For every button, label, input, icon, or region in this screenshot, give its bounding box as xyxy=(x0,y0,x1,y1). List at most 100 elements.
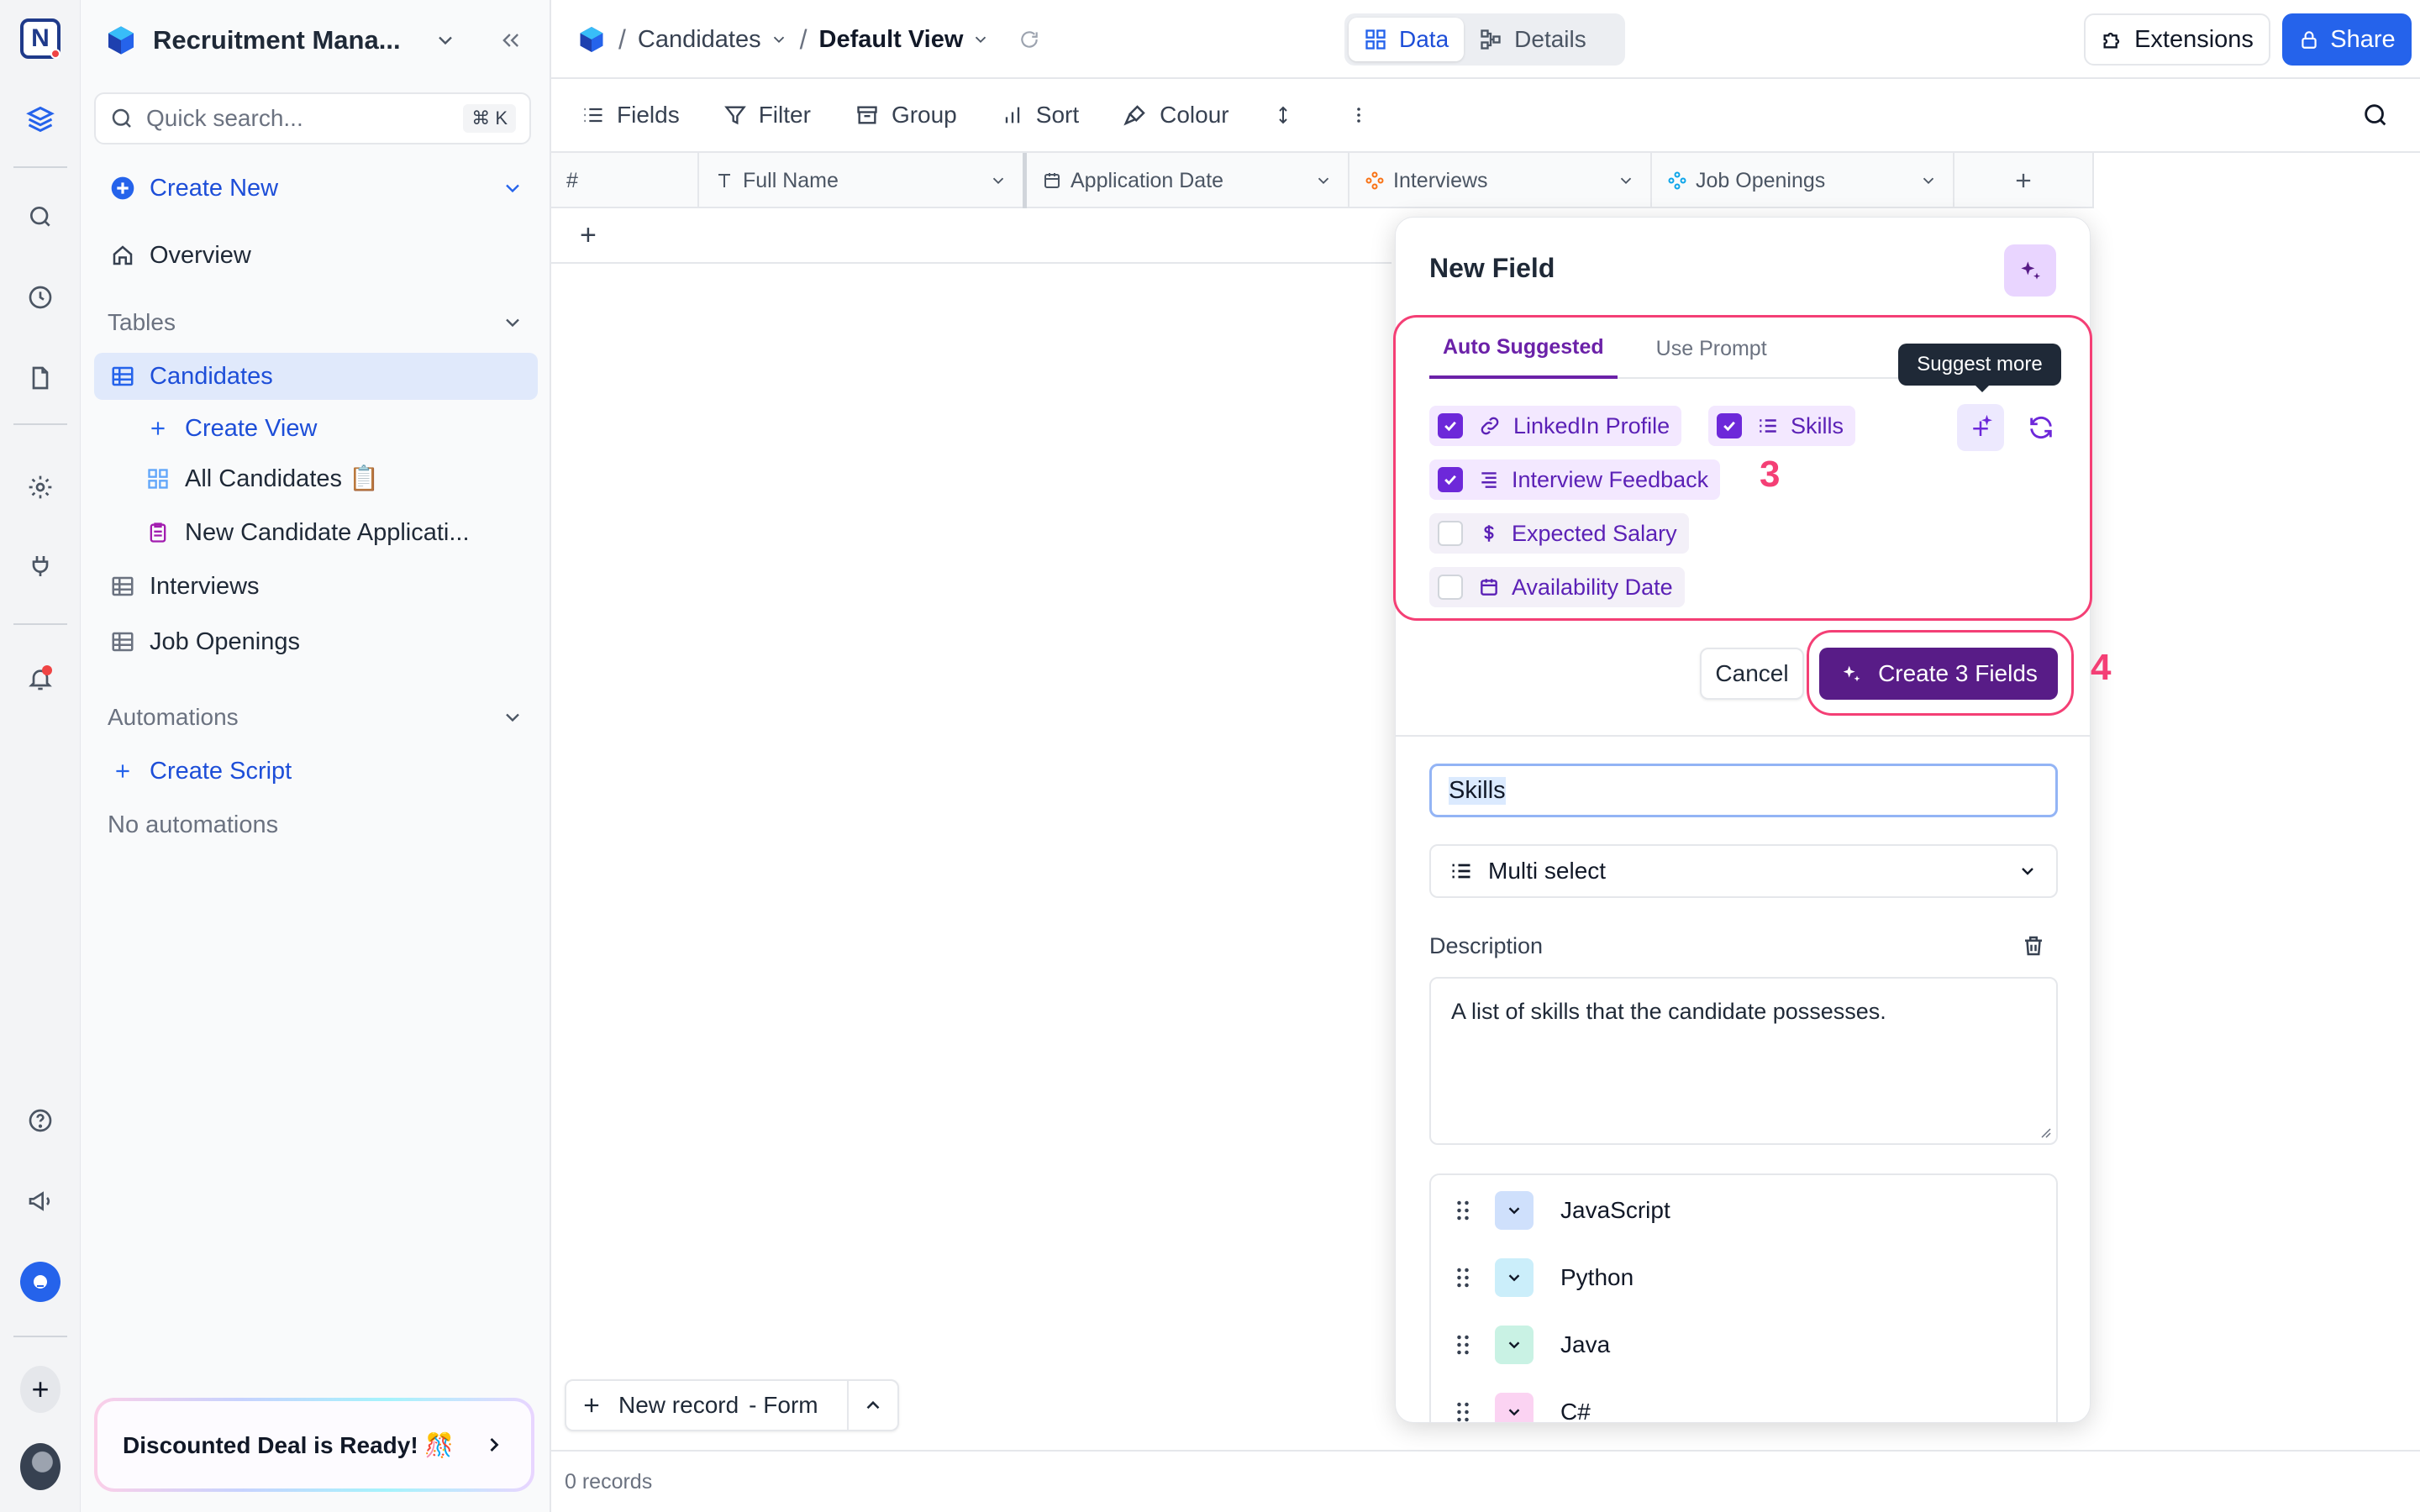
quick-search-input[interactable]: Quick search... ⌘ K xyxy=(94,92,531,144)
new-record-button[interactable]: New record - Form xyxy=(566,1381,849,1430)
project-title: Recruitment Mana... xyxy=(153,25,401,55)
chevron-down-icon[interactable] xyxy=(971,30,990,49)
add-column-button[interactable] xyxy=(1954,153,2094,208)
cancel-button[interactable]: Cancel xyxy=(1700,648,1804,700)
drag-handle-icon[interactable] xyxy=(1438,1199,1488,1222)
create-view-button[interactable]: Create View xyxy=(94,405,538,452)
new-record-label: New record xyxy=(618,1392,739,1418)
option-label[interactable]: C# xyxy=(1560,1399,1591,1422)
project-cube-icon[interactable] xyxy=(576,24,607,55)
option-color-swatch[interactable] xyxy=(1495,1326,1534,1364)
sort-button[interactable]: Sort xyxy=(1001,102,1079,129)
option-label[interactable]: JavaScript xyxy=(1560,1197,1670,1224)
select-option[interactable]: Python xyxy=(1431,1244,2060,1311)
fields-button[interactable]: Fields xyxy=(581,102,680,129)
project-switcher[interactable]: Recruitment Mana... xyxy=(104,18,528,62)
chevron-down-icon xyxy=(1508,1409,1520,1416)
automations-section-header[interactable]: Automations xyxy=(94,694,538,741)
collapse-sidebar-icon[interactable] xyxy=(499,29,523,52)
sort-label: Sort xyxy=(1035,102,1080,128)
extensions-label: Extensions xyxy=(2134,25,2254,53)
chevron-down-icon[interactable] xyxy=(501,311,524,334)
calendar-icon xyxy=(1044,173,1060,188)
megaphone-icon[interactable] xyxy=(20,1181,60,1221)
grid-header: # Full Name Application Date Interviews … xyxy=(551,153,2094,208)
chevron-down-icon[interactable] xyxy=(1919,171,1938,190)
option-color-swatch[interactable] xyxy=(1495,1191,1534,1230)
add-row-button[interactable]: + xyxy=(551,208,1392,264)
document-icon[interactable] xyxy=(20,358,60,398)
select-option[interactable]: C# xyxy=(1431,1378,2060,1422)
chevron-down-icon[interactable] xyxy=(501,706,524,729)
option-label[interactable]: Python xyxy=(1560,1264,1634,1291)
chevron-down-icon[interactable] xyxy=(1617,171,1635,190)
chevron-down-icon[interactable] xyxy=(770,30,788,49)
reload-icon[interactable] xyxy=(1018,29,1040,50)
chevron-down-icon[interactable] xyxy=(1314,171,1333,190)
drag-handle-icon[interactable] xyxy=(1438,1266,1488,1289)
drag-handle-icon[interactable] xyxy=(1438,1400,1488,1422)
avatar[interactable] xyxy=(20,1443,60,1490)
more-options-button[interactable] xyxy=(1349,102,1381,128)
sidebar-item-view-new-application[interactable]: New Candidate Applicati... xyxy=(94,509,538,556)
column-header-interviews[interactable]: Interviews xyxy=(1349,153,1652,208)
search-placeholder: Quick search... xyxy=(146,105,303,131)
select-option[interactable]: Java xyxy=(1431,1311,2060,1378)
create-new-button[interactable]: Create New xyxy=(94,165,538,212)
bell-icon[interactable] xyxy=(20,659,60,699)
field-name-input[interactable]: Skills xyxy=(1429,764,2058,817)
app-logo-icon[interactable]: N xyxy=(20,18,60,59)
chevron-down-icon[interactable] xyxy=(501,176,524,200)
breadcrumb-table[interactable]: Candidates xyxy=(638,26,761,54)
option-color-swatch[interactable] xyxy=(1495,1393,1534,1422)
sidebar-item-overview[interactable]: Overview xyxy=(94,232,538,279)
plug-icon[interactable] xyxy=(20,546,60,586)
chevron-down-icon[interactable] xyxy=(989,171,1007,190)
breadcrumb-view[interactable]: Default View xyxy=(819,26,964,54)
create-script-button[interactable]: Create Script xyxy=(94,748,538,795)
sidebar-item-view-all-candidates[interactable]: All Candidates 📋 xyxy=(94,455,538,502)
option-color-swatch[interactable] xyxy=(1495,1258,1534,1297)
chat-icon[interactable] xyxy=(20,1262,60,1302)
column-header-application-date[interactable]: Application Date xyxy=(1027,153,1349,208)
share-button[interactable]: Share xyxy=(2282,13,2412,66)
new-record-mode-toggle[interactable] xyxy=(849,1394,897,1416)
tables-section-header[interactable]: Tables xyxy=(94,299,538,346)
group-icon xyxy=(857,106,877,124)
column-header-job-openings[interactable]: Job Openings xyxy=(1652,153,1954,208)
plus-icon xyxy=(2016,173,2031,188)
sidebar-item-candidates[interactable]: Candidates xyxy=(94,353,538,400)
search-icon[interactable] xyxy=(2361,101,2390,129)
filter-button[interactable]: Filter xyxy=(723,102,811,129)
option-label[interactable]: Java xyxy=(1560,1331,1610,1358)
rail-divider xyxy=(13,166,67,168)
search-icon[interactable] xyxy=(20,197,60,237)
field-type-select[interactable]: Multi select xyxy=(1429,844,2058,898)
sidebar-item-job-openings[interactable]: Job Openings xyxy=(94,618,538,665)
help-icon[interactable] xyxy=(20,1100,60,1141)
discount-deal-banner[interactable]: Discounted Deal is Ready! 🎊 xyxy=(94,1398,534,1492)
tab-data[interactable]: Data xyxy=(1349,18,1465,61)
settings-icon[interactable] xyxy=(20,467,60,507)
tab-details[interactable]: Details xyxy=(1464,18,1602,61)
grid-icon xyxy=(1365,29,1386,50)
trash-icon[interactable] xyxy=(2021,933,2046,958)
extensions-button[interactable]: Extensions xyxy=(2084,13,2270,66)
select-option[interactable]: JavaScript xyxy=(1431,1177,2060,1244)
plus-icon[interactable]: + xyxy=(20,1366,60,1413)
history-icon[interactable] xyxy=(20,277,60,318)
breadcrumb: / Candidates / Default View xyxy=(576,20,1040,59)
column-header-full-name[interactable]: Full Name xyxy=(699,153,1027,208)
database-icon[interactable] xyxy=(20,99,60,139)
chevron-down-icon[interactable] xyxy=(434,29,457,52)
resize-grip-icon[interactable] xyxy=(2038,1125,2051,1138)
group-button[interactable]: Group xyxy=(855,102,957,129)
row-height-button[interactable] xyxy=(1273,102,1305,128)
row-height-icon xyxy=(1278,106,1287,124)
column-application-date-label: Application Date xyxy=(1071,168,1224,192)
colour-button[interactable]: Colour xyxy=(1123,102,1229,129)
sidebar-item-interviews[interactable]: Interviews xyxy=(94,563,538,610)
description-textarea[interactable]: A list of skills that the candidate poss… xyxy=(1429,977,2058,1145)
ai-suggest-button[interactable] xyxy=(2004,244,2056,297)
drag-handle-icon[interactable] xyxy=(1438,1333,1488,1357)
